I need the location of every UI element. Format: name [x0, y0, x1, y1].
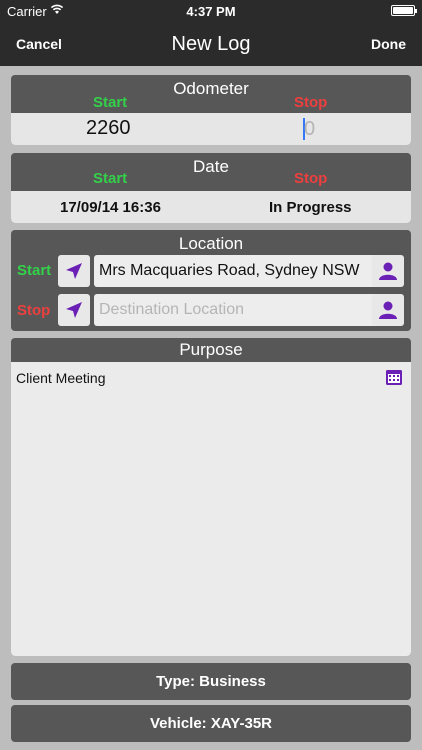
odometer-section: Odometer Start Stop 2260 — [11, 75, 411, 145]
date-title: Date — [193, 157, 229, 176]
type-button[interactable]: Type: Business — [11, 663, 411, 700]
battery-icon — [391, 5, 417, 16]
location-section: Location Start Stop — [11, 230, 411, 331]
location-stop-label: Stop — [17, 302, 51, 319]
purpose-title: Purpose — [179, 340, 243, 359]
location-start-label: Start — [17, 262, 52, 279]
odometer-start-label: Start — [93, 94, 128, 111]
odometer-start-field[interactable]: 2260 — [86, 117, 131, 140]
vehicle-button[interactable]: Vehicle: XAY-35R — [11, 705, 411, 742]
top-bar: Carrier 4:37 PM Cancel New Log Done — [0, 0, 422, 66]
start-contact-button[interactable] — [372, 255, 404, 287]
purpose-section: Purpose Client Meeting — [11, 338, 411, 656]
location-arrow-icon — [66, 263, 82, 279]
date-start-value[interactable]: 17/09/14 16:36 — [60, 199, 161, 216]
odometer-stop-field[interactable] — [304, 116, 394, 142]
odometer-values-row: 2260 — [11, 113, 411, 145]
contact-person-icon — [379, 301, 397, 319]
location-arrow-icon — [66, 302, 82, 318]
date-section: Date Start Stop 17/09/14 16:36 In Progre… — [11, 153, 411, 223]
stop-contact-button[interactable] — [372, 294, 404, 326]
done-button[interactable]: Done — [371, 36, 406, 52]
location-title: Location — [178, 234, 244, 253]
start-location-input[interactable] — [94, 255, 379, 287]
stop-locate-button[interactable] — [58, 294, 90, 326]
purpose-text-area[interactable]: Client Meeting — [11, 362, 411, 656]
page-title: New Log — [171, 33, 251, 55]
date-stop-value[interactable]: In Progress — [269, 199, 352, 216]
date-values-row: 17/09/14 16:36 In Progress — [11, 191, 411, 223]
calendar-icon[interactable] — [385, 368, 403, 386]
stop-location-input[interactable] — [94, 294, 379, 326]
odometer-stop-label: Stop — [294, 94, 328, 111]
date-start-label: Start — [93, 170, 128, 187]
odometer-title: Odometer — [173, 79, 249, 98]
date-stop-label: Stop — [294, 170, 328, 187]
purpose-text: Client Meeting — [16, 370, 106, 386]
status-bar: Carrier 4:37 PM — [0, 0, 422, 22]
status-time: 4:37 PM — [186, 4, 236, 19]
start-locate-button[interactable] — [58, 255, 90, 287]
contact-person-icon — [379, 262, 397, 280]
